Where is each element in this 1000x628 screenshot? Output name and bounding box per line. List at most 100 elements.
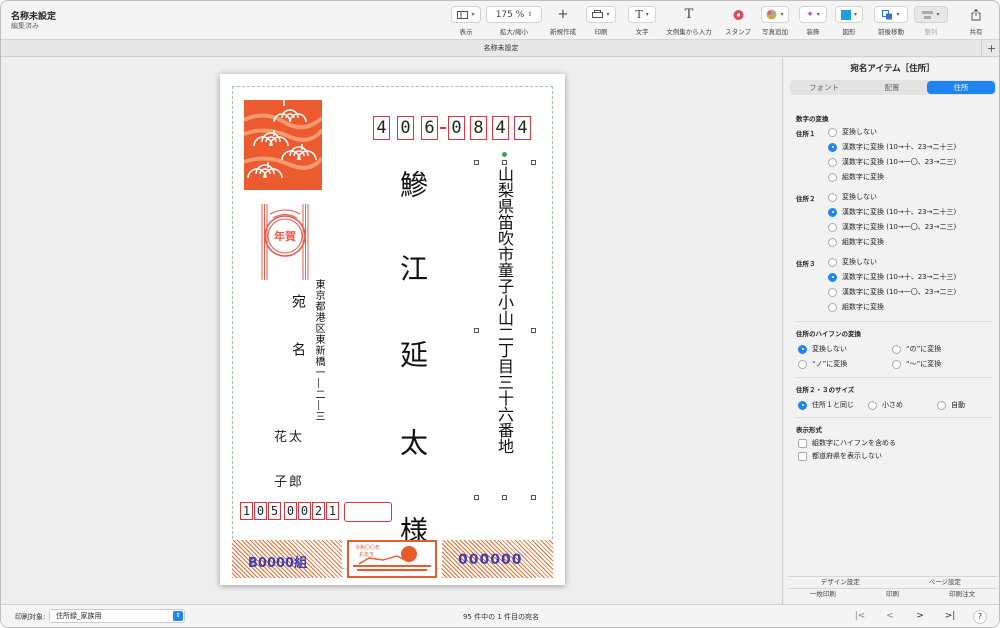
- layers-icon[interactable]: ▾: [874, 6, 908, 23]
- text-list-icon[interactable]: T: [665, 6, 713, 23]
- size-option-same[interactable]: 住所１と同じ: [798, 400, 854, 410]
- resize-handle-t[interactable]: [502, 160, 507, 165]
- sender-name-1[interactable]: 花太: [274, 426, 304, 445]
- postal-digit-6: 4: [492, 116, 509, 140]
- radio-icon: [828, 142, 837, 152]
- hyphen-option-none[interactable]: 変換しない: [798, 344, 847, 354]
- hyphen-option-no[interactable]: “の”に変換: [892, 344, 941, 354]
- addr3-option-kumi[interactable]: 組数字に変換: [828, 302, 884, 312]
- resize-handle-bl[interactable]: [474, 495, 479, 500]
- addr3-option-none[interactable]: 変換しない: [828, 257, 877, 267]
- canvas-area[interactable]: 年賀 4 0 6 0 8 4 4 山梨県笛吹市童子小山二丁目三十六番地 鰺 江 …: [1, 58, 783, 604]
- size-option-auto[interactable]: 自動: [937, 400, 965, 410]
- resize-handle-b[interactable]: [502, 495, 507, 500]
- resize-handle-br[interactable]: [531, 495, 536, 500]
- print-tool[interactable]: ▾ 印刷: [586, 6, 616, 36]
- text-from-list-tool[interactable]: T 文例集から入力: [665, 6, 713, 36]
- check-hide-prefecture[interactable]: 都道府県を表示しない: [798, 451, 882, 461]
- resize-handle-tr[interactable]: [531, 160, 536, 165]
- addr2-option-kanji-zero[interactable]: 漢数字に変換 (10→一〇、23→二三): [828, 222, 956, 232]
- radio-icon: [828, 192, 837, 202]
- sidebar-icon[interactable]: ▾: [451, 6, 481, 23]
- addr1-option-none[interactable]: 変換しない: [828, 127, 877, 137]
- addr1-option-kumi[interactable]: 組数字に変換: [828, 172, 884, 182]
- arrange-tool[interactable]: ▾ 前後移動: [874, 6, 908, 36]
- print-button[interactable]: 印刷: [858, 589, 928, 599]
- text-tool[interactable]: T ▾ 文字: [628, 6, 656, 36]
- hyphen-option-katakana-no[interactable]: “ノ”に変換: [798, 359, 847, 369]
- postcard[interactable]: 年賀 4 0 6 0 8 4 4 山梨県笛吹市童子小山二丁目三十六番地 鰺 江 …: [220, 74, 565, 585]
- photo-icon[interactable]: ▾: [761, 6, 789, 23]
- tab-document[interactable]: 名称未設定: [1, 43, 999, 53]
- stamp-tool[interactable]: スタンプ: [724, 6, 752, 36]
- photo-tool[interactable]: ▾ 写真追加: [761, 6, 789, 36]
- pine-illustration[interactable]: [243, 100, 324, 190]
- tab-layout[interactable]: 配置: [858, 80, 926, 95]
- addr3-option-kanji-ten[interactable]: 漢数字に変換 (10→十、23→二十三): [828, 272, 956, 282]
- text-list-glyph: T: [684, 7, 694, 22]
- lottery-group: B0000組: [248, 556, 308, 571]
- recipient-name-line2[interactable]: 延 太 様: [392, 340, 432, 560]
- option-label: 変換しない: [842, 193, 877, 201]
- text-from-list-label: 文例集から入力: [666, 28, 712, 36]
- size-option-small[interactable]: 小さめ: [868, 400, 903, 410]
- resize-handle-r[interactable]: [531, 328, 536, 333]
- inspector-panel: 宛名アイテム［住所］ フォント 配置 住所 数字の変換 住所１ 変換しない 漢数…: [784, 58, 999, 604]
- radio-icon: [828, 157, 837, 167]
- shape-tool[interactable]: ▾ 図形: [835, 6, 863, 36]
- radio-icon: [798, 400, 807, 410]
- option-label: “ノ”に変換: [812, 360, 848, 368]
- new-tool[interactable]: + 新規作成: [549, 6, 577, 36]
- last-record-button[interactable]: >|: [936, 608, 964, 625]
- postal-digit-4: 0: [448, 116, 465, 140]
- recipient-name-line1[interactable]: 鰺 江: [392, 170, 432, 296]
- tab-bar: 名称未設定 +: [1, 39, 999, 57]
- check-kumi-hyphen[interactable]: 組数字にハイフンを含める: [798, 438, 896, 448]
- sender-name-2[interactable]: 子郎: [274, 471, 304, 490]
- print-order-button[interactable]: 印刷注文: [927, 589, 997, 599]
- shape-icon[interactable]: ▾: [835, 6, 863, 23]
- printer-icon[interactable]: ▾: [586, 6, 616, 23]
- plus-icon[interactable]: +: [549, 6, 577, 23]
- prev-record-button[interactable]: <: [876, 608, 904, 625]
- zoom-stepper[interactable]: 175 % ⇕: [486, 6, 542, 23]
- first-record-button[interactable]: |<: [846, 608, 874, 625]
- design-settings-button[interactable]: デザイン設定: [788, 577, 893, 587]
- help-button[interactable]: ?: [973, 610, 987, 624]
- postal-dash: [440, 127, 446, 129]
- add-tab-button[interactable]: +: [981, 40, 999, 57]
- share-label: 共有: [969, 28, 983, 36]
- postal-digit-3: 6: [421, 116, 438, 140]
- sender-zip-7: 1: [326, 502, 339, 520]
- share-icon[interactable]: [963, 6, 989, 23]
- text-icon[interactable]: T ▾: [628, 6, 656, 23]
- addr1-option-kanji-ten[interactable]: 漢数字に変換 (10→十、23→二十三): [828, 142, 956, 152]
- addr2-option-none[interactable]: 変換しない: [828, 192, 877, 202]
- tab-address[interactable]: 住所: [927, 81, 995, 94]
- addr3-option-kanji-zero[interactable]: 漢数字に変換 (10→一〇、23→二三): [828, 287, 956, 297]
- resize-handle-tl[interactable]: [474, 160, 479, 165]
- resize-handle-l[interactable]: [474, 328, 479, 333]
- hyphen-option-tilde[interactable]: “〜”に変換: [892, 359, 941, 369]
- zoom-label: 拡大/縮小: [499, 28, 529, 36]
- addr1-option-kanji-zero[interactable]: 漢数字に変換 (10→一〇、23→二三): [828, 157, 956, 167]
- addr2-option-kanji-ten[interactable]: 漢数字に変換 (10→十、23→二十三): [828, 207, 956, 217]
- page-settings-button[interactable]: ページ設定: [893, 577, 998, 587]
- addr2-option-kumi[interactable]: 組数字に変換: [828, 237, 884, 247]
- sender-address[interactable]: 東京都港区東新橋一―二―三: [311, 279, 326, 422]
- display-tool[interactable]: ▾ 表示: [451, 6, 481, 36]
- radio-icon: [828, 127, 837, 137]
- address-3-label: 住所３: [796, 260, 816, 268]
- option-label: 組数字に変換: [842, 238, 884, 246]
- rotate-handle[interactable]: [502, 152, 507, 157]
- sparkle-icon[interactable]: ✦ ▾: [799, 6, 827, 23]
- option-label: 住所１と同じ: [812, 401, 854, 409]
- zoom-tool[interactable]: 175 % ⇕ 拡大/縮小: [486, 6, 542, 36]
- decorate-tool[interactable]: ✦ ▾ 装飾: [799, 6, 827, 36]
- single-print-button[interactable]: 一枚印刷: [788, 589, 858, 599]
- next-record-button[interactable]: >: [906, 608, 934, 625]
- tab-font[interactable]: フォント: [790, 80, 858, 95]
- share-tool[interactable]: 共有: [963, 6, 989, 36]
- stamp-icon[interactable]: [724, 6, 752, 23]
- address-item-selected[interactable]: 山梨県笛吹市童子小山二丁目三十六番地: [474, 152, 538, 500]
